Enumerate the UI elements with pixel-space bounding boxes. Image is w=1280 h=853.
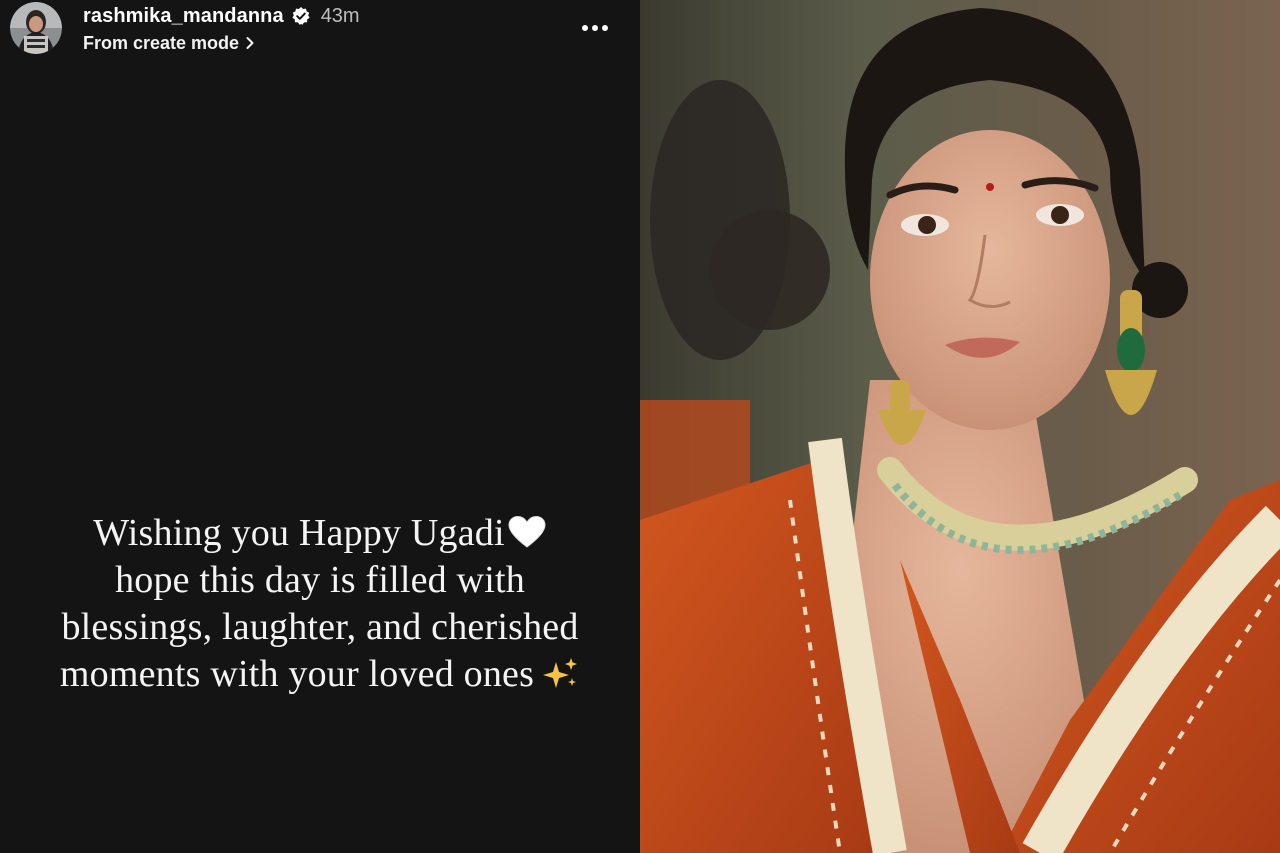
caption-line-1-text: Wishing you Happy Ugadi — [93, 512, 505, 554]
instagram-story[interactable]: rashmika_mandanna 43m From create mode W… — [0, 0, 640, 853]
more-options-icon[interactable] — [578, 14, 612, 42]
story-caption: Wishing you Happy Ugadi hope this day is… — [0, 510, 640, 698]
portrait-photo — [640, 0, 1280, 853]
chevron-right-icon — [245, 36, 255, 50]
avatar[interactable] — [10, 2, 62, 54]
caption-line-1: Wishing you Happy Ugadi — [0, 510, 640, 557]
white-heart-emoji — [507, 514, 547, 548]
create-mode-label: From create mode — [83, 32, 240, 53]
username-row: rashmika_mandanna 43m — [83, 2, 360, 30]
caption-line-4: moments with your loved ones — [0, 651, 640, 698]
username[interactable]: rashmika_mandanna — [83, 5, 284, 28]
caption-line-2: hope this day is filled with — [115, 559, 525, 601]
story-timestamp: 43m — [320, 4, 360, 27]
caption-line-4-text: moments with your loved ones — [59, 653, 535, 695]
story-composite: rashmika_mandanna 43m From create mode W… — [0, 0, 1280, 853]
caption-line-3: blessings, laughter, and cherished — [61, 606, 579, 648]
story-header: rashmika_mandanna 43m From create mode — [0, 0, 640, 60]
create-mode-link[interactable]: From create mode — [83, 30, 360, 56]
verified-badge-icon — [291, 6, 311, 26]
sparkles-emoji — [542, 656, 580, 692]
story-header-text: rashmika_mandanna 43m From create mode — [83, 2, 360, 56]
